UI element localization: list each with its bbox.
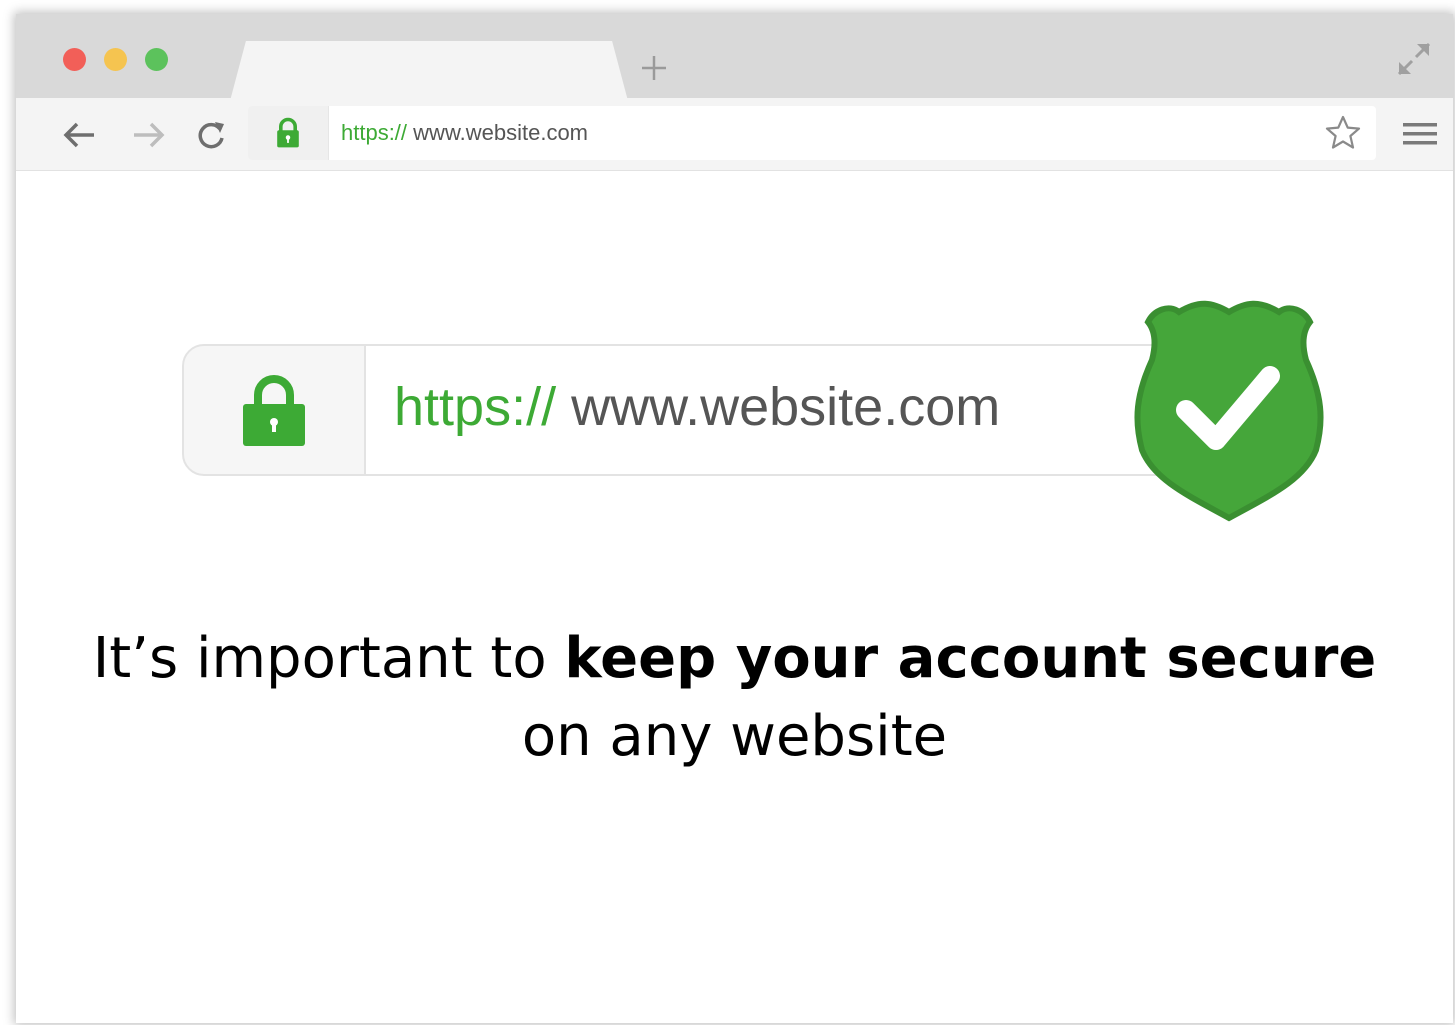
reload-icon[interactable] [192, 116, 230, 154]
illustration-url-protocol: https:// [394, 377, 557, 437]
hamburger-menu-icon[interactable] [1401, 116, 1439, 154]
star-icon[interactable] [1324, 114, 1362, 152]
illustration-url-text: https:// www.website.com [394, 376, 1000, 438]
security-message: It’s important to keep your account secu… [16, 620, 1453, 776]
minimize-window-button[interactable] [104, 48, 127, 71]
maximize-window-button[interactable] [145, 48, 168, 71]
arrow-left-icon[interactable] [60, 116, 98, 154]
browser-window: https:// www.website.com https:// www.we… [16, 14, 1453, 1023]
padlock-icon [243, 375, 305, 446]
message-prefix: It’s important to [92, 626, 565, 691]
shield-checkmark-icon [1134, 300, 1324, 522]
message-emphasis: keep your account secure [564, 626, 1377, 691]
tab-active[interactable] [230, 41, 628, 101]
plus-icon[interactable] [638, 48, 670, 88]
tab-bar [16, 14, 1453, 101]
padlock-icon [277, 117, 299, 148]
illustration-url-domain: www.website.com [571, 377, 1001, 437]
security-indicator[interactable] [248, 106, 329, 160]
close-window-button[interactable] [63, 48, 86, 71]
secure-url-illustration: https:// www.website.com [182, 344, 1186, 476]
url-domain: www.website.com [413, 120, 589, 145]
arrow-right-icon[interactable] [130, 116, 168, 154]
message-suffix: on any website [521, 704, 948, 769]
expand-arrows-icon[interactable] [1395, 40, 1433, 78]
browser-toolbar: https:// www.website.com [16, 98, 1453, 171]
address-bar[interactable]: https:// www.website.com [248, 106, 1376, 160]
url-text[interactable]: https:// www.website.com [341, 120, 588, 146]
url-protocol: https:// [341, 120, 408, 145]
